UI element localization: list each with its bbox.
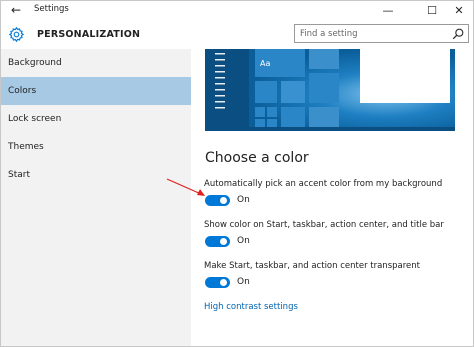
toggle-show-color[interactable] (205, 236, 230, 247)
sidebar: Background Colors Lock screen Themes Sta… (1, 49, 191, 346)
window-title: Settings (34, 4, 69, 14)
toggle-state-auto-accent: On (237, 195, 250, 205)
annotation-arrow-icon (166, 178, 205, 196)
settings-window: ← Settings — ☐ ✕ PERSONALIZATION Backgro… (0, 0, 474, 347)
sidebar-item-colors[interactable]: Colors (1, 77, 191, 105)
desktop-preview-graphic (205, 49, 455, 131)
search-input[interactable] (300, 27, 440, 40)
option-label-auto-accent: Automatically pick an accent color from … (204, 179, 443, 189)
sidebar-item-start[interactable]: Start (1, 161, 191, 189)
search-icon[interactable] (451, 27, 465, 41)
gear-icon (8, 26, 25, 43)
main-content: Aa Choose a color Automatically pick an … (191, 49, 473, 346)
option-label-show-color: Show color on Start, taskbar, action cen… (204, 220, 444, 230)
sidebar-item-themes[interactable]: Themes (1, 133, 191, 161)
toggle-state-transparent: On (237, 277, 250, 287)
back-arrow-icon[interactable]: ← (7, 2, 25, 19)
toggle-knob (220, 197, 227, 204)
close-button[interactable]: ✕ (445, 1, 473, 20)
toggle-auto-accent[interactable] (205, 195, 230, 206)
toggle-knob (220, 238, 227, 245)
sidebar-item-lock-screen[interactable]: Lock screen (1, 105, 191, 133)
search-box[interactable] (294, 24, 469, 43)
page-header: PERSONALIZATION (1, 20, 473, 49)
preview-tile-label: Aa (260, 59, 271, 68)
toggle-transparent[interactable] (205, 277, 230, 288)
sidebar-item-background[interactable]: Background (1, 49, 191, 77)
option-label-transparent: Make Start, taskbar, and action center t… (204, 261, 420, 271)
maximize-button[interactable]: ☐ (418, 1, 446, 20)
page-title: PERSONALIZATION (37, 29, 141, 40)
minimize-button[interactable]: — (374, 1, 402, 20)
toggle-knob (220, 279, 227, 286)
toggle-state-show-color: On (237, 236, 250, 246)
section-heading: Choose a color (205, 150, 309, 166)
title-bar: ← Settings — ☐ ✕ (1, 1, 473, 20)
color-preview-image: Aa (205, 49, 455, 131)
high-contrast-link[interactable]: High contrast settings (204, 302, 298, 312)
